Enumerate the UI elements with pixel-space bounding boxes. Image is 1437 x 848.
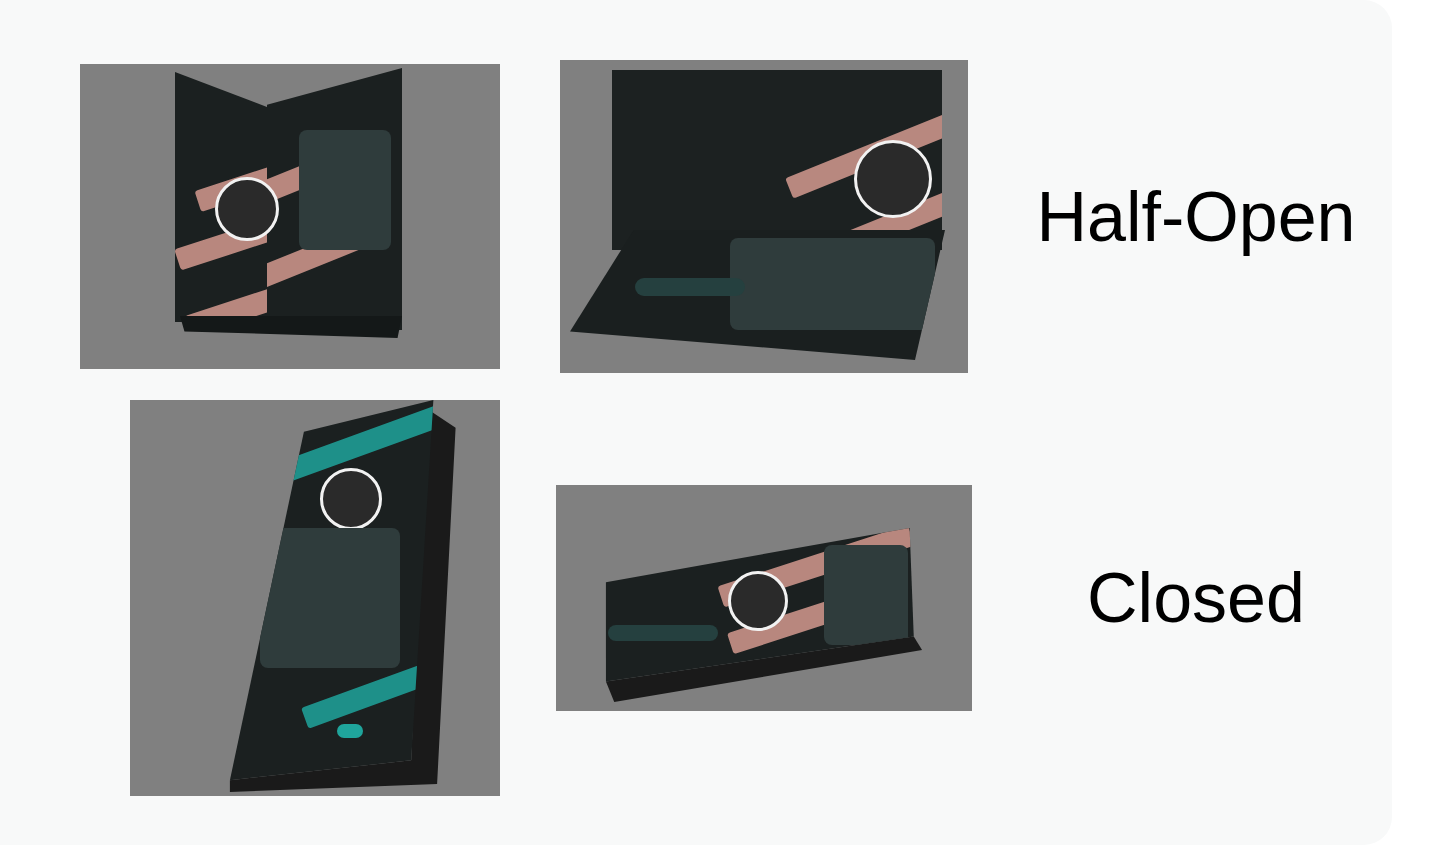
avatar-photo [728,571,788,631]
render-group [0,60,1016,373]
device-render [80,64,500,369]
state-label: Closed [1087,556,1305,640]
avatar-photo [320,468,382,530]
device-render [560,60,968,373]
avatar-photo [215,177,279,241]
nav-highlight [635,278,745,296]
contact-card [260,528,400,668]
right-screen [267,68,402,330]
render-group [0,400,1016,796]
label-box: Closed [1016,556,1376,640]
device-render [130,400,500,796]
dock-bar [180,316,402,338]
top-screen [612,70,942,250]
contact-card [299,130,391,250]
avatar-photo [854,140,932,218]
page: Half-Open Closed [0,0,1437,848]
bottom-screen [570,230,945,360]
nav-highlight [608,625,718,641]
figure-card: Half-Open Closed [0,0,1392,845]
contact-card [824,545,908,645]
contact-card [730,238,935,330]
figure-row: Half-Open [0,60,1392,373]
state-label: Half-Open [1036,175,1355,259]
figure-row: Closed [0,400,1392,796]
label-box: Half-Open [1016,175,1376,259]
nav-highlight [337,724,363,738]
device-render [556,485,972,711]
device-screen [556,485,972,711]
